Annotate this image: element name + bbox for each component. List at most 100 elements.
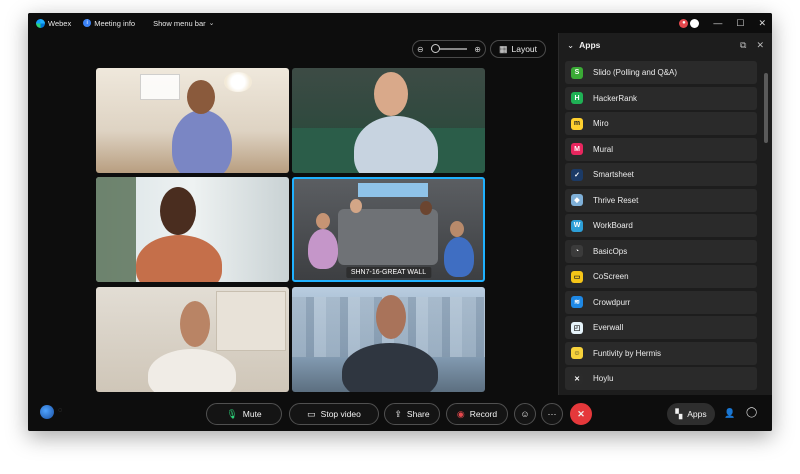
app-name-label: Slido (Polling and Q&A) — [593, 68, 678, 77]
smiley-icon: ☺ — [520, 409, 530, 419]
app-name-label: Miro — [593, 119, 609, 128]
mute-label: Mute — [242, 409, 262, 419]
app-name-label: Funtivity by Hermis — [593, 348, 662, 358]
window-controls: ● — ☐ ✕ — [679, 13, 766, 33]
zoom-control[interactable]: ⊖ ⊕ — [412, 40, 486, 58]
app-logo-icon: ≋ — [571, 296, 583, 308]
app-name-label: Smartsheet — [593, 170, 634, 179]
maximize-button[interactable]: ☐ — [736, 18, 744, 29]
stop-video-button[interactable]: ▭ Stop video — [289, 403, 379, 425]
participant-head — [316, 213, 330, 229]
participants-icon[interactable]: 👤 — [724, 408, 735, 419]
more-options-button[interactable]: ··· — [541, 403, 563, 425]
share-icon: ⇪ — [394, 408, 402, 419]
app-logo-icon: H — [571, 92, 583, 104]
show-menu-bar-button[interactable]: Show menu bar ⌄ — [153, 19, 214, 28]
status-icon: ◌ — [58, 407, 63, 414]
zoom-in-icon[interactable]: ⊕ — [474, 45, 481, 54]
participant-head — [450, 221, 464, 237]
mute-button[interactable]: 🎙 Mute — [206, 403, 282, 425]
video-tile-5[interactable] — [96, 287, 289, 392]
apps-panel-title: Apps — [579, 40, 601, 50]
app-item[interactable]: ≋ Crowdpurr — [565, 290, 757, 314]
tile-label: SHN7-16-GREAT WALL — [345, 267, 432, 278]
record-button[interactable]: ◉ Record — [446, 403, 508, 425]
app-item[interactable]: H HackerRank — [565, 86, 757, 110]
app-item[interactable]: m Miro — [565, 112, 757, 135]
zoom-slider[interactable] — [431, 44, 467, 53]
info-icon: i — [83, 19, 92, 27]
app-name: Webex — [48, 18, 72, 28]
app-name-label: Thrive Reset — [593, 195, 639, 205]
webex-logo-icon — [36, 18, 45, 28]
app-logo-icon: M — [571, 143, 583, 155]
zoom-out-icon[interactable]: ⊖ — [417, 45, 424, 54]
show-menu-bar-label: Show menu bar — [153, 18, 206, 28]
layout-button[interactable]: ▦ Layout — [490, 40, 546, 58]
chevron-down-icon: ⌄ — [208, 20, 215, 27]
participant-head — [180, 301, 210, 347]
video-camera-icon: ▭ — [307, 408, 316, 419]
participant-body — [172, 110, 232, 173]
end-call-icon: ✕ — [577, 408, 585, 419]
meeting-info-label: Meeting info — [94, 18, 136, 28]
scrollbar-thumb[interactable] — [764, 73, 768, 143]
video-tile-4[interactable]: SHN7-16-GREAT WALL — [292, 177, 485, 282]
minimize-button[interactable]: — — [713, 18, 722, 28]
app-logo-icon: m — [571, 117, 583, 130]
pop-out-icon[interactable]: ⧉ — [740, 40, 746, 51]
microphone-icon: 🎙 — [226, 408, 238, 419]
app-item[interactable]: ◔ BasicOps — [565, 239, 757, 263]
app-item[interactable]: W WorkBoard — [565, 214, 757, 237]
webex-app-menu[interactable]: Webex — [36, 18, 72, 28]
share-button[interactable]: ⇪ Share — [384, 403, 440, 425]
title-bar: Webex i Meeting info Show menu bar ⌄ ● —… — [28, 13, 772, 33]
app-logo-icon: ◔ — [571, 245, 583, 257]
participant-head — [374, 72, 408, 116]
apps-panel: ⌄ Apps ⧉ ✕ S Slido (Polling and Q&A) H Hack… — [558, 33, 772, 395]
app-name-label: Crowdpurr — [593, 297, 631, 307]
apps-scrollbar[interactable] — [764, 65, 769, 393]
meeting-info-button[interactable]: i Meeting info — [83, 19, 135, 28]
collapse-apps-icon[interactable]: ⌄ — [567, 40, 574, 51]
participant-head — [160, 187, 196, 235]
app-item[interactable]: ▭ CoScreen — [565, 265, 757, 288]
webex-window: Webex i Meeting info Show menu bar ⌄ ● —… — [28, 13, 772, 431]
video-tile-1[interactable] — [96, 68, 289, 173]
app-item[interactable]: ◆ Thrive Reset — [565, 188, 757, 212]
close-panel-icon[interactable]: ✕ — [756, 40, 764, 51]
app-item[interactable]: ☺ Funtivity by Hermis — [565, 341, 757, 365]
layout-label: Layout — [511, 44, 538, 54]
app-logo-icon: ▭ — [571, 270, 583, 283]
participant-body — [308, 229, 338, 269]
recording-indicator-icon: ● — [679, 18, 689, 28]
app-logo-icon: ✓ — [571, 168, 583, 181]
app-item[interactable]: S Slido (Polling and Q&A) — [565, 61, 757, 84]
app-logo-icon: W — [571, 219, 583, 232]
app-item[interactable]: M Mural — [565, 137, 757, 161]
close-window-button[interactable]: ✕ — [758, 18, 766, 29]
video-tile-2[interactable] — [292, 68, 485, 173]
app-name-label: Everwall — [593, 323, 624, 332]
noise-removal-icon[interactable] — [40, 405, 54, 419]
zoom-slider-knob[interactable] — [431, 44, 440, 53]
participant-body — [148, 349, 236, 392]
app-item[interactable]: ✓ Smartsheet — [565, 163, 757, 186]
participant-head — [350, 199, 362, 213]
participant-head — [376, 295, 406, 339]
app-item[interactable]: ✕ Hoylu — [565, 367, 757, 390]
app-logo-icon: ◆ — [571, 194, 583, 206]
record-label: Record — [469, 409, 498, 419]
app-item[interactable]: ◰ Everwall — [565, 316, 757, 339]
shelves — [216, 291, 286, 351]
layout-grid-icon: ▦ — [498, 43, 508, 54]
video-tile-6[interactable] — [292, 287, 485, 392]
apps-panel-header: ⌄ Apps ⧉ ✕ — [559, 33, 772, 57]
app-name-label: Hoylu — [593, 374, 614, 383]
end-call-button[interactable]: ✕ — [570, 403, 592, 425]
app-logo-icon: S — [571, 66, 583, 79]
chat-icon[interactable]: ◯ — [746, 407, 757, 418]
reactions-button[interactable]: ☺ — [514, 403, 536, 425]
video-tile-3[interactable] — [96, 177, 289, 282]
apps-button[interactable]: ▚ Apps — [667, 403, 715, 425]
